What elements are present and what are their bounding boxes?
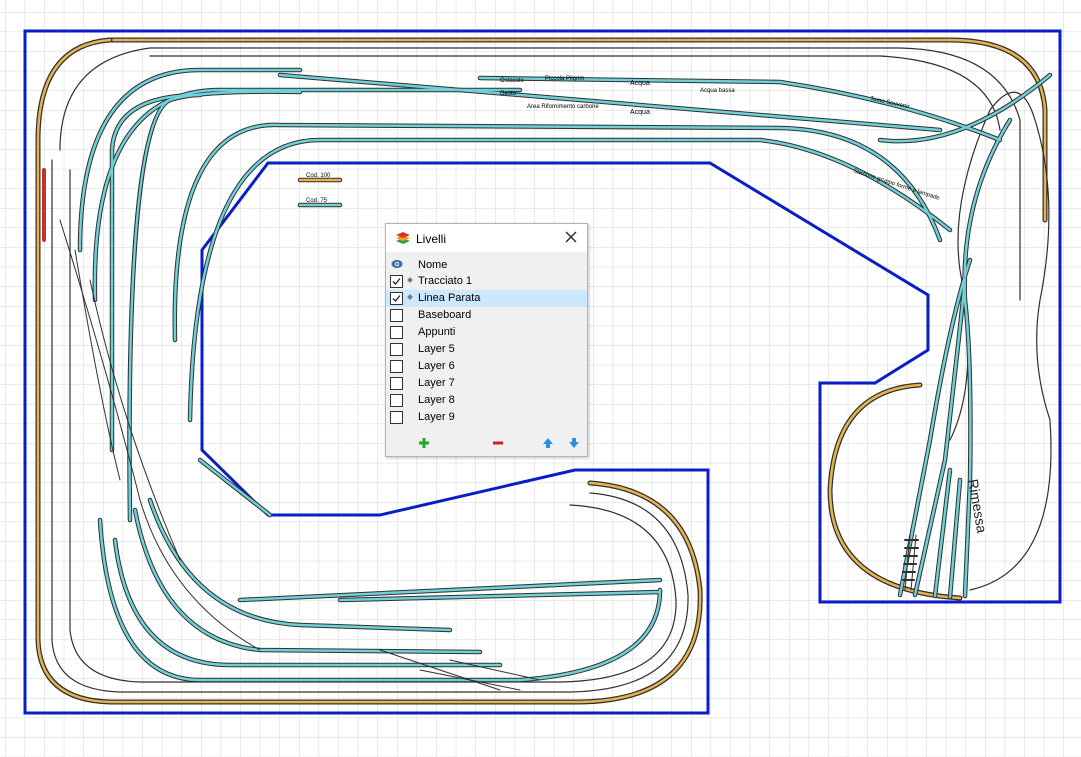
layer-name: Baseboard bbox=[418, 309, 472, 321]
label-track-5: Gesto bbox=[500, 91, 517, 97]
layer-name: Layer 6 bbox=[418, 360, 455, 372]
arrow-down-icon[interactable] bbox=[567, 436, 581, 450]
active-layer-marker bbox=[407, 277, 413, 283]
label-track-6: Area Rifornimento carbone bbox=[527, 104, 599, 110]
layer-visibility-checkbox[interactable] bbox=[390, 411, 403, 424]
layer-row-tracciato-1[interactable]: Tracciato 1 bbox=[386, 273, 587, 290]
label-track-3: Acqua bbox=[630, 109, 650, 116]
add-icon[interactable] bbox=[417, 436, 431, 450]
layer-visibility-checkbox[interactable] bbox=[390, 275, 403, 288]
close-icon[interactable] bbox=[564, 230, 578, 244]
layer-row-layer-8[interactable]: Layer 8 bbox=[386, 392, 587, 409]
label-cod100: Cod. 100 bbox=[306, 173, 331, 179]
layer-row-linea-parata[interactable]: Linea Parata bbox=[386, 290, 587, 307]
layer-name: Linea Parata bbox=[418, 292, 481, 304]
remove-icon[interactable] bbox=[491, 436, 505, 450]
layers-list-header: Nome bbox=[386, 254, 587, 274]
layer-name: Tracciato 1 bbox=[418, 275, 473, 287]
layer-row-layer-5[interactable]: Layer 5 bbox=[386, 341, 587, 358]
layer-name: Layer 8 bbox=[418, 394, 455, 406]
layers-app-icon bbox=[396, 232, 410, 244]
label-track-2: Acqua bbox=[630, 80, 650, 87]
label-track-0: Ostacolo bbox=[500, 78, 524, 84]
layer-visibility-checkbox[interactable] bbox=[390, 326, 403, 339]
layer-visibility-checkbox[interactable] bbox=[390, 377, 403, 390]
column-header-name: Nome bbox=[418, 259, 448, 271]
active-layer-marker bbox=[407, 294, 413, 300]
layer-row-layer-9[interactable]: Layer 9 bbox=[386, 409, 587, 426]
label-track-1: Piccola Pilgrim bbox=[545, 76, 584, 82]
label-cod75: Cod. 75 bbox=[306, 198, 328, 204]
label-track-4: Acqua bassa bbox=[700, 88, 735, 94]
layer-name: Layer 9 bbox=[418, 411, 455, 423]
layer-visibility-checkbox[interactable] bbox=[390, 394, 403, 407]
layer-visibility-checkbox[interactable] bbox=[390, 360, 403, 373]
layers-panel-title: Livelli bbox=[416, 232, 447, 246]
layer-name: Appunti bbox=[418, 326, 456, 338]
arrow-up-icon[interactable] bbox=[541, 436, 555, 450]
eye-icon[interactable] bbox=[391, 259, 403, 269]
layers-panel-header[interactable]: Livelli bbox=[386, 224, 587, 252]
layer-name: Layer 7 bbox=[418, 377, 455, 389]
layer-name: Layer 5 bbox=[418, 343, 455, 355]
layer-row-layer-6[interactable]: Layer 6 bbox=[386, 358, 587, 375]
layer-row-baseboard[interactable]: Baseboard bbox=[386, 307, 587, 324]
layer-row-layer-7[interactable]: Layer 7 bbox=[386, 375, 587, 392]
layer-row-appunti[interactable]: Appunti bbox=[386, 324, 587, 341]
layer-visibility-checkbox[interactable] bbox=[390, 309, 403, 322]
layers-panel[interactable]: Livelli Nome Tracciato 1 Linea Parata Ba bbox=[385, 223, 588, 457]
layer-visibility-checkbox[interactable] bbox=[390, 292, 403, 305]
layers-panel-toolbar bbox=[386, 434, 587, 454]
layer-visibility-checkbox[interactable] bbox=[390, 343, 403, 356]
